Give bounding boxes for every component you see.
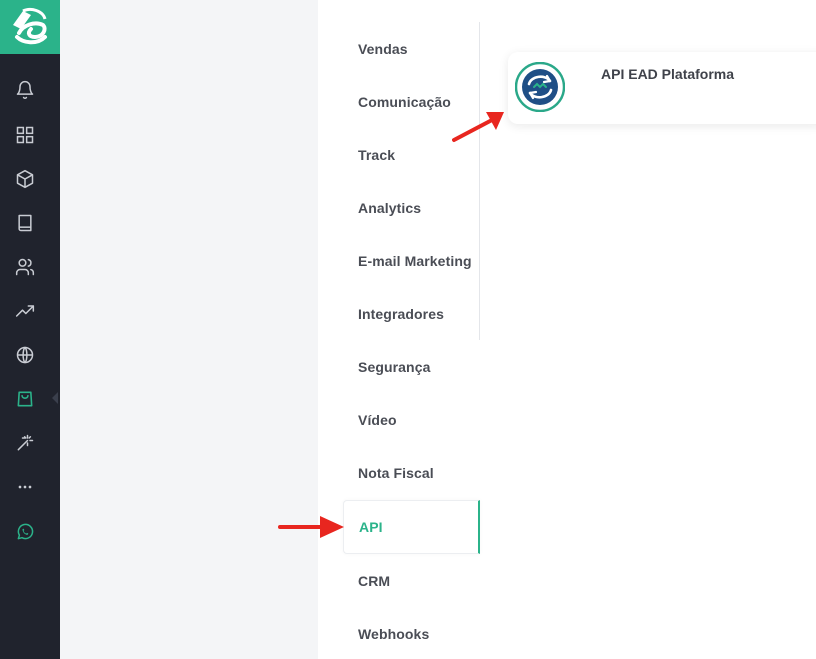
category-divider xyxy=(479,22,480,340)
category-video[interactable]: Vídeo xyxy=(358,412,397,428)
dashboard-grid-icon[interactable] xyxy=(13,123,37,147)
globe-icon[interactable] xyxy=(13,343,37,367)
category-webhooks[interactable]: Webhooks xyxy=(358,626,429,642)
brand-logo-icon xyxy=(13,7,47,45)
category-analytics[interactable]: Analytics xyxy=(358,200,421,216)
book-icon[interactable] xyxy=(13,211,37,235)
category-comunicacao[interactable]: Comunicação xyxy=(358,94,451,110)
category-api[interactable]: API xyxy=(343,500,480,554)
category-email-marketing[interactable]: E-mail Marketing xyxy=(358,253,472,269)
category-vendas[interactable]: Vendas xyxy=(358,41,408,57)
annotation-arrow-card xyxy=(452,112,504,142)
category-nota-fiscal[interactable]: Nota Fiscal xyxy=(358,465,434,481)
integration-card-api-ead[interactable]: API EAD Plataforma xyxy=(508,52,816,124)
users-icon[interactable] xyxy=(13,255,37,279)
magic-wand-icon[interactable] xyxy=(13,431,37,455)
product-box-icon[interactable] xyxy=(13,167,37,191)
category-track[interactable]: Track xyxy=(358,147,395,163)
secondary-panel xyxy=(60,0,318,659)
category-seguranca[interactable]: Segurança xyxy=(358,359,431,375)
api-ead-logo-icon xyxy=(514,61,566,113)
icon-sidebar xyxy=(0,0,60,659)
active-indicator-caret xyxy=(52,392,58,404)
trending-up-icon[interactable] xyxy=(13,299,37,323)
whatsapp-icon[interactable] xyxy=(13,520,37,544)
integration-card-title: API EAD Plataforma xyxy=(601,66,735,82)
bell-icon[interactable] xyxy=(13,78,37,102)
annotation-arrow-api xyxy=(278,516,344,538)
app-logo[interactable] xyxy=(0,0,60,54)
category-crm[interactable]: CRM xyxy=(358,573,390,589)
shopping-bag-icon[interactable] xyxy=(13,387,37,411)
more-icon[interactable] xyxy=(13,475,37,499)
category-integradores[interactable]: Integradores xyxy=(358,306,444,322)
